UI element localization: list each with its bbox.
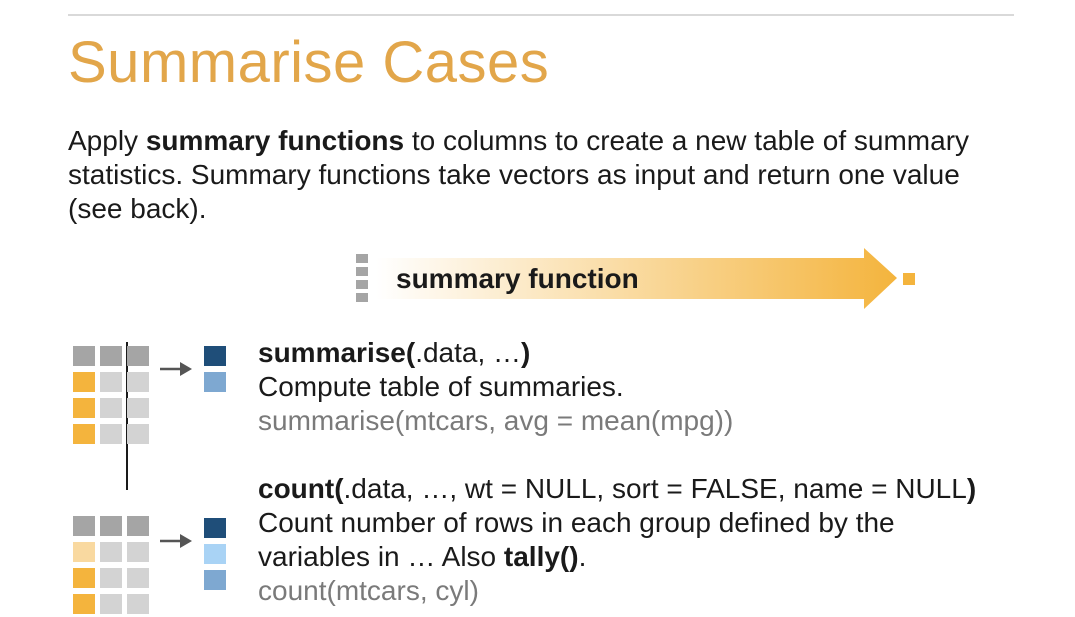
tally-name: tally() [503, 541, 579, 572]
top-divider [68, 14, 1014, 16]
summarise-args: .data, … [415, 337, 522, 368]
count-period: . [578, 541, 587, 572]
arrow-right-icon [160, 534, 192, 548]
summarise-entry: summarise(.data, …) Compute table of sum… [258, 336, 978, 438]
summarise-example: summarise(mtcars, avg = mean(mpg)) [258, 405, 734, 436]
intro-prefix: Apply [68, 125, 146, 156]
section-title: Summarise Cases [68, 30, 550, 95]
cheatsheet-section: Summarise Cases Apply summary functions … [0, 0, 1075, 617]
summarise-name: summarise( [258, 337, 416, 368]
arrow-right-icon [160, 362, 192, 376]
banner-label: summary function [396, 263, 639, 294]
intro-bold: summary functions [145, 125, 405, 156]
summarise-signature: summarise(.data, …) [258, 336, 978, 370]
summarise-description: Compute table of summaries. [258, 371, 624, 402]
count-args: .data, …, wt = NULL, sort = FALSE, name … [343, 473, 967, 504]
count-name: count( [258, 473, 344, 504]
count-entry: count(.data, …, wt = NULL, sort = FALSE,… [258, 472, 978, 608]
count-close: ) [966, 473, 977, 504]
count-example: count(mtcars, cyl) [258, 575, 479, 606]
output-value-icon [903, 273, 915, 285]
intro-paragraph: Apply summary functions to columns to cr… [68, 124, 1018, 226]
summarise-close: ) [521, 337, 531, 368]
input-column-icon [356, 254, 368, 304]
